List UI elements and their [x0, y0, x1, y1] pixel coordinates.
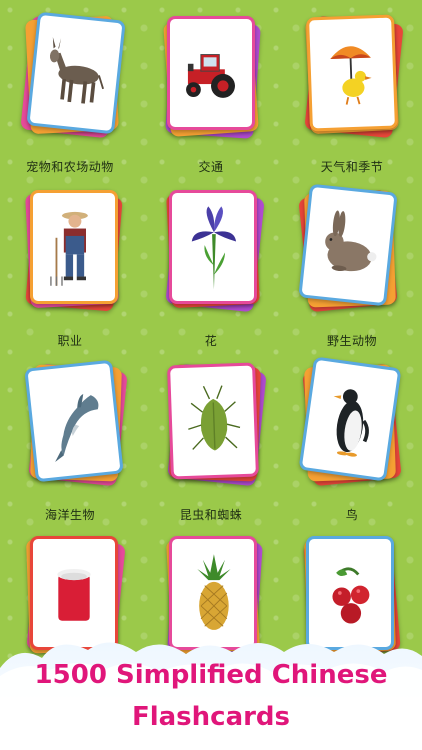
category-label: 宠物和农场动物	[26, 160, 114, 174]
category-card-insects[interactable]: 昆虫和蜘蛛	[141, 358, 281, 532]
category-label: 鸟	[345, 508, 359, 522]
category-label: 交通	[198, 160, 224, 174]
category-card-birds[interactable]: 鸟	[282, 356, 422, 532]
cloud-banner	[0, 642, 422, 750]
category-card-transport[interactable]: 交通	[141, 10, 281, 184]
tractor-icon	[175, 24, 247, 122]
rosehip-icon	[314, 544, 386, 642]
headline-line2: Flashcards	[131, 702, 291, 732]
category-label: 海洋生物	[44, 508, 95, 522]
card-stack	[0, 10, 140, 155]
card-stack	[282, 183, 422, 329]
shield-bug-icon	[175, 370, 251, 472]
category-card-weather[interactable]: 天气和季节	[282, 10, 422, 184]
card-stack	[141, 184, 281, 329]
iris-flower-icon	[177, 198, 249, 296]
category-card-sea-life[interactable]: 海洋生物	[0, 358, 140, 532]
category-card-pets[interactable]: 宠物和农场动物	[0, 10, 140, 184]
card-stack	[0, 184, 140, 329]
category-label: 花	[204, 334, 218, 348]
donkey-icon	[35, 20, 117, 126]
card-stack	[141, 358, 281, 503]
card-stack	[141, 10, 281, 155]
category-label: 天气和季节	[320, 160, 384, 174]
category-card-jobs[interactable]: 职业	[0, 184, 140, 358]
dolphin-icon	[33, 368, 115, 474]
card-stack	[282, 10, 422, 155]
card-stack	[0, 358, 140, 503]
yogurt-icon	[38, 544, 110, 642]
category-card-flowers[interactable]: 花	[141, 184, 281, 358]
category-card-wild-animals[interactable]: 野生动物	[282, 183, 422, 358]
duck-umbrella-icon	[314, 22, 390, 124]
headline-line1: 1500 Simplified Chinese	[34, 660, 388, 690]
category-label: 野生动物	[326, 334, 377, 348]
card-stack	[282, 356, 422, 503]
category-label: 职业	[57, 334, 83, 348]
category-label: 昆虫和蜘蛛	[179, 508, 243, 522]
rabbit-icon	[307, 192, 389, 298]
penguin-icon	[307, 365, 393, 473]
pineapple-icon	[177, 544, 249, 642]
farmer-icon	[38, 198, 110, 296]
